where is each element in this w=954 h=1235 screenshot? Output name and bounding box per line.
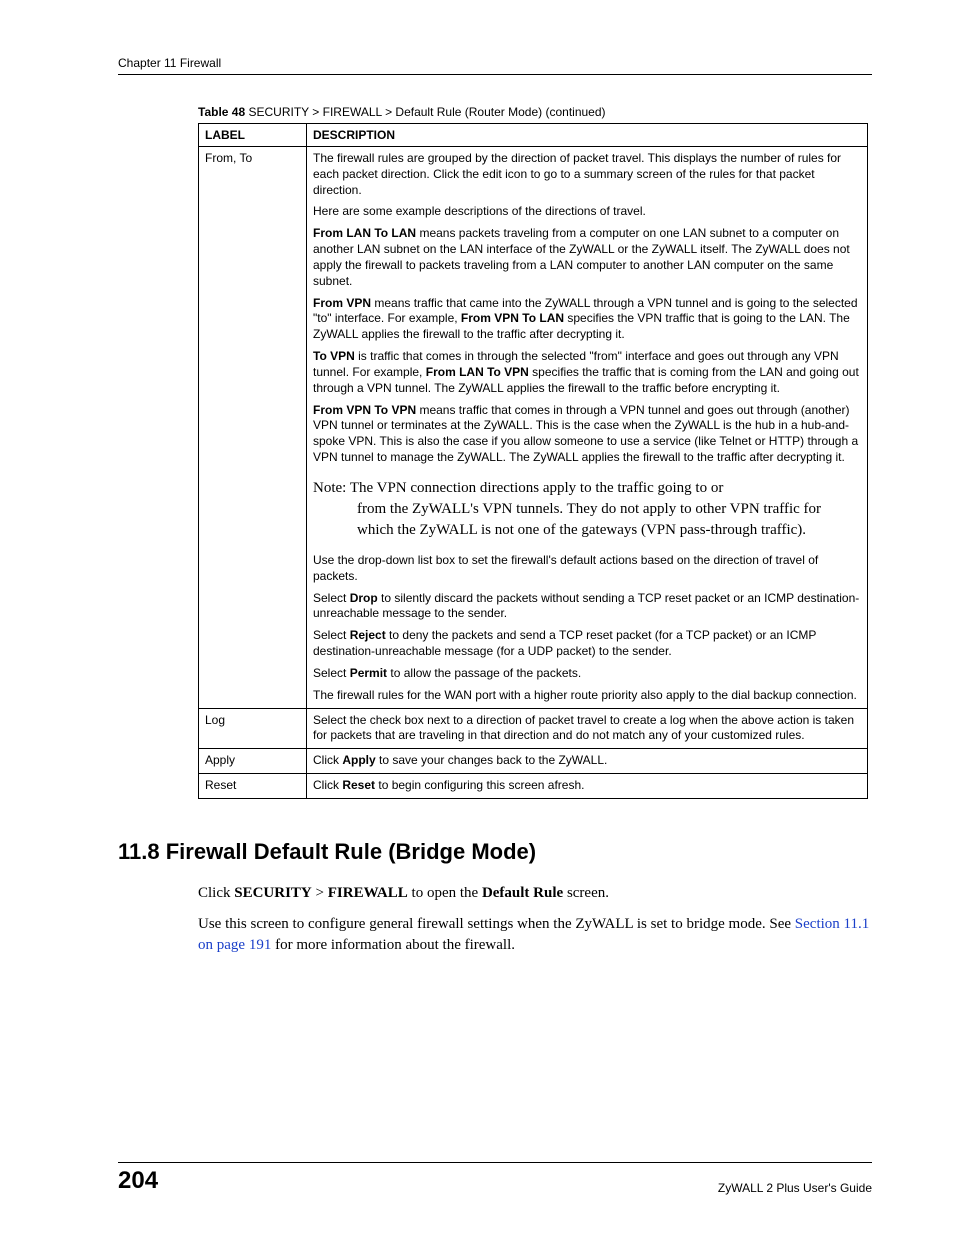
table-row: Reset Click Reset to begin configuring t…	[199, 774, 868, 799]
text: to allow the passage of the packets.	[387, 666, 581, 680]
bold: Reset	[342, 778, 375, 792]
page-number: 204	[118, 1167, 158, 1195]
text: Select	[313, 628, 350, 642]
bold: Reject	[350, 628, 386, 642]
row-label-from-to: From, To	[199, 147, 307, 709]
text: Click	[313, 778, 342, 792]
row-desc-apply: Click Apply to save your changes back to…	[307, 749, 868, 774]
text: Select Drop to silently discard the pack…	[313, 591, 861, 623]
text: The firewall rules for the WAN port with…	[313, 688, 861, 704]
chapter-header: Chapter 11 Firewall	[118, 56, 872, 70]
text: From LAN To LAN means packets traveling …	[313, 226, 861, 289]
text: Use the drop-down list box to set the fi…	[313, 553, 861, 585]
bold: From VPN To LAN	[461, 311, 564, 325]
text: Click Reset to begin configuring this sc…	[313, 778, 861, 794]
table-row: From, To The firewall rules are grouped …	[199, 147, 868, 709]
th-description: Description	[307, 124, 868, 147]
row-desc-log: Select the check box next to a direction…	[307, 708, 868, 749]
note-body: from the ZyWALL's VPN tunnels. They do n…	[313, 499, 861, 541]
header-rule	[118, 74, 872, 75]
text: to begin configuring this screen afresh.	[375, 778, 584, 792]
text: Select the check box next to a direction…	[313, 713, 861, 745]
table-row: Apply Click Apply to save your changes b…	[199, 749, 868, 774]
page-footer: 204 ZyWALL 2 Plus User's Guide	[118, 1162, 872, 1195]
bold: Default Rule	[482, 885, 563, 901]
text: to deny the packets and send a TCP reset…	[313, 628, 816, 658]
text: Select	[313, 591, 350, 605]
text: to save your changes back to the ZyWALL.	[376, 753, 608, 767]
table-caption-label: Table 48	[198, 105, 245, 119]
text: >	[312, 885, 328, 901]
text: screen.	[563, 885, 609, 901]
row-label-reset: Reset	[199, 774, 307, 799]
table-caption: Table 48 SECURITY > FIREWALL > Default R…	[118, 105, 872, 119]
bold: Drop	[350, 591, 378, 605]
th-label: Label	[199, 124, 307, 147]
text: Click Apply to save your changes back to…	[313, 753, 861, 769]
text: Here are some example descriptions of th…	[313, 204, 861, 220]
bold: To VPN	[313, 349, 355, 363]
body-paragraph: Use this screen to configure general fir…	[118, 914, 872, 956]
text: to open the	[408, 885, 482, 901]
text: Click	[198, 885, 234, 901]
text: for more information about the firewall.	[271, 937, 515, 953]
text: Select Reject to deny the packets and se…	[313, 628, 861, 660]
bold: From VPN	[313, 296, 371, 310]
note-block: Note: The VPN connection directions appl…	[313, 478, 861, 541]
guide-title: ZyWALL 2 Plus User's Guide	[718, 1181, 872, 1195]
text: From VPN To VPN means traffic that comes…	[313, 403, 861, 466]
row-desc-from-to: The firewall rules are grouped by the di…	[307, 147, 868, 709]
row-label-log: Log	[199, 708, 307, 749]
row-label-apply: Apply	[199, 749, 307, 774]
text: The firewall rules are grouped by the di…	[313, 151, 861, 198]
bold: From LAN To VPN	[426, 365, 529, 379]
bold: Permit	[350, 666, 387, 680]
text: Select Permit to allow the passage of th…	[313, 666, 861, 682]
bold: SECURITY	[234, 885, 312, 901]
table-caption-text: SECURITY > FIREWALL > Default Rule (Rout…	[245, 105, 605, 119]
bold: From LAN To LAN	[313, 226, 416, 240]
text: From VPN means traffic that came into th…	[313, 296, 861, 343]
bold: From VPN To VPN	[313, 403, 416, 417]
text: Use this screen to configure general fir…	[198, 916, 795, 932]
bold: Apply	[342, 753, 375, 767]
text: Select	[313, 666, 350, 680]
row-desc-reset: Click Reset to begin configuring this sc…	[307, 774, 868, 799]
note-lead: Note:	[313, 480, 350, 496]
body-paragraph: Click SECURITY > FIREWALL to open the De…	[118, 883, 872, 904]
table-row: Log Select the check box next to a direc…	[199, 708, 868, 749]
text: to silently discard the packets without …	[313, 591, 859, 621]
default-rule-table: Label Description From, To The firewall …	[198, 123, 868, 799]
text: Click	[313, 753, 342, 767]
section-heading: 11.8 Firewall Default Rule (Bridge Mode)	[118, 839, 872, 865]
bold: FIREWALL	[328, 885, 408, 901]
text: To VPN is traffic that comes in through …	[313, 349, 861, 396]
note-first-line: The VPN connection directions apply to t…	[350, 480, 724, 496]
